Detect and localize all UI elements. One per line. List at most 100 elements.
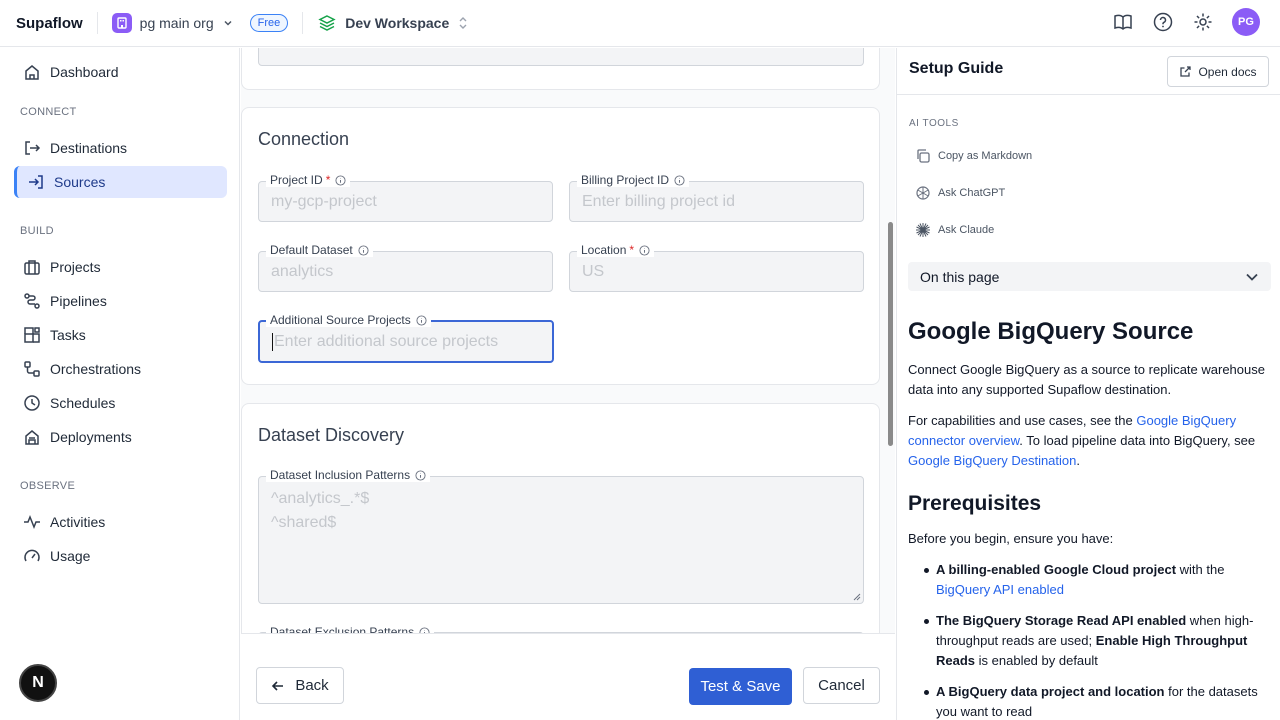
label-text: Additional Source Projects: [270, 313, 411, 327]
sidebar-item-deployments[interactable]: Deployments: [14, 421, 227, 453]
log-in-icon: [26, 172, 46, 192]
sidebar-item-projects[interactable]: Projects: [14, 251, 227, 283]
gear-icon[interactable]: [1192, 11, 1214, 33]
dropdown-label: On this page: [920, 268, 1000, 285]
bold-text: The BigQuery Storage Read API enabled: [936, 613, 1187, 628]
arrow-left-icon: [272, 680, 284, 691]
back-label: Back: [295, 677, 329, 694]
on-this-page-dropdown[interactable]: On this page: [908, 262, 1271, 291]
briefcase-icon: [22, 257, 42, 277]
workspace-switcher[interactable]: Dev Workspace: [345, 15, 449, 31]
field-label: Default Dataset: [266, 243, 373, 257]
field-label: Additional Source Projects: [266, 313, 431, 327]
bigquery-api-link[interactable]: BigQuery API enabled: [936, 582, 1064, 597]
sidebar-item-pipelines[interactable]: Pipelines: [14, 285, 227, 317]
sidebar-item-activities[interactable]: Activities: [14, 506, 227, 538]
org-switcher[interactable]: pg main org: [140, 15, 214, 31]
billing-project-input[interactable]: Enter billing project id: [569, 181, 864, 222]
open-docs-button[interactable]: Open docs: [1167, 56, 1269, 87]
ai-item-label: Ask ChatGPT: [938, 187, 1006, 199]
ask-chatgpt-button[interactable]: Ask ChatGPT: [915, 185, 1005, 201]
sidebar-item-label: Sources: [54, 174, 106, 190]
ask-claude-button[interactable]: Ask Claude: [915, 222, 994, 238]
text: . To load pipeline data into BigQuery, s…: [1019, 433, 1256, 448]
sidebar-item-schedules[interactable]: Schedules: [14, 387, 227, 419]
placeholder-line: ^analytics_.*$: [271, 490, 370, 507]
help-icon[interactable]: [1152, 11, 1174, 33]
sidebar-item-label: Projects: [50, 259, 101, 275]
resize-handle-icon[interactable]: [853, 593, 861, 601]
info-icon[interactable]: [415, 469, 426, 481]
info-icon[interactable]: [416, 314, 427, 326]
plan-badge: Free: [249, 14, 289, 32]
sidebar-item-label: Destinations: [50, 140, 128, 156]
project-id-input[interactable]: my-gcp-project: [258, 181, 553, 222]
book-icon[interactable]: [1112, 11, 1134, 33]
sidebar-item-orchestrations[interactable]: Orchestrations: [14, 353, 227, 385]
test-save-button[interactable]: Test & Save: [689, 668, 792, 705]
section-label-observe: OBSERVE: [20, 480, 76, 492]
info-icon[interactable]: [674, 174, 685, 186]
sidebar-item-label: Deployments: [50, 429, 132, 445]
sidebar-item-tasks[interactable]: Tasks: [14, 319, 227, 351]
home-icon: [22, 62, 42, 82]
text: For capabilities and use cases, see the: [908, 413, 1137, 428]
setup-guide-panel: Setup Guide Open docs AI TOOLS Copy as M…: [896, 48, 1280, 720]
help-bubble-button[interactable]: N: [19, 664, 57, 702]
chevron-updown-icon[interactable]: [457, 16, 469, 30]
sidebar-item-usage[interactable]: Usage: [14, 540, 227, 572]
back-button[interactable]: Back: [256, 667, 344, 704]
location-input[interactable]: US: [569, 251, 864, 292]
top-bar: Supaflow pg main org Free Dev Workspace …: [0, 0, 1280, 47]
section-label-connect: CONNECT: [20, 106, 77, 118]
info-icon[interactable]: [419, 626, 430, 633]
default-dataset-input[interactable]: analytics: [258, 251, 553, 292]
text: is enabled by default: [975, 653, 1098, 668]
scrollbar-thumb[interactable]: [888, 222, 893, 446]
sidebar-item-destinations[interactable]: Destinations: [14, 132, 227, 164]
field-label: Dataset Exclusion Patterns: [266, 625, 435, 633]
doc-paragraph: Before you begin, ensure you have:: [908, 531, 1114, 546]
chevron-down-icon[interactable]: [222, 17, 234, 29]
placeholder: Enter additional source projects: [274, 332, 499, 350]
placeholder: analytics: [271, 262, 334, 280]
copy-markdown-button[interactable]: Copy as Markdown: [915, 148, 1032, 164]
brand-logo[interactable]: Supaflow: [16, 15, 83, 32]
section-label-build: BUILD: [20, 225, 54, 237]
sidebar: Dashboard CONNECT Destinations Sources B…: [0, 48, 240, 720]
sidebar-item-sources[interactable]: Sources: [14, 166, 227, 198]
sidebar-item-dashboard[interactable]: Dashboard: [14, 56, 227, 88]
external-link-icon: [1180, 66, 1192, 77]
info-icon[interactable]: [358, 244, 369, 256]
section-title: Dataset Discovery: [258, 425, 405, 445]
claude-icon: [916, 223, 930, 237]
previous-field[interactable]: [258, 48, 864, 66]
label-text: Billing Project ID: [581, 173, 670, 187]
info-icon[interactable]: [335, 174, 346, 186]
sidebar-item-label: Activities: [50, 514, 106, 530]
user-avatar[interactable]: PG: [1232, 8, 1260, 36]
bold-text: A billing-enabled Google Cloud project: [936, 562, 1177, 577]
list-item: The BigQuery Storage Read API enabled wh…: [924, 611, 1271, 671]
doc-paragraph: For capabilities and use cases, see the …: [908, 411, 1268, 471]
deploy-icon: [22, 427, 42, 447]
label-text: Default Dataset: [270, 243, 353, 257]
sidebar-item-label: Tasks: [50, 327, 86, 343]
bigquery-destination-link[interactable]: Google BigQuery Destination: [908, 453, 1076, 468]
text: with the: [1176, 562, 1225, 577]
field-label: Billing Project ID: [577, 173, 690, 187]
cancel-button[interactable]: Cancel: [803, 667, 880, 704]
info-icon[interactable]: [639, 244, 650, 256]
sidebar-item-label: Schedules: [50, 395, 116, 411]
form-actions: Back Test & Save Cancel: [241, 633, 895, 720]
blocks-icon: [22, 325, 42, 345]
sidebar-item-label: Pipelines: [50, 293, 107, 309]
form-area: Connection my-gcp-project Project ID * En…: [241, 48, 895, 633]
git-branch-icon: [22, 359, 42, 379]
dataset-inclusion-textarea[interactable]: ^analytics_.*$ ^shared$: [258, 476, 864, 604]
copy-icon: [917, 149, 930, 163]
chatgpt-icon: [916, 186, 930, 200]
divider: [96, 12, 98, 34]
gauge-icon: [22, 546, 42, 566]
section-title: Connection: [258, 129, 350, 149]
